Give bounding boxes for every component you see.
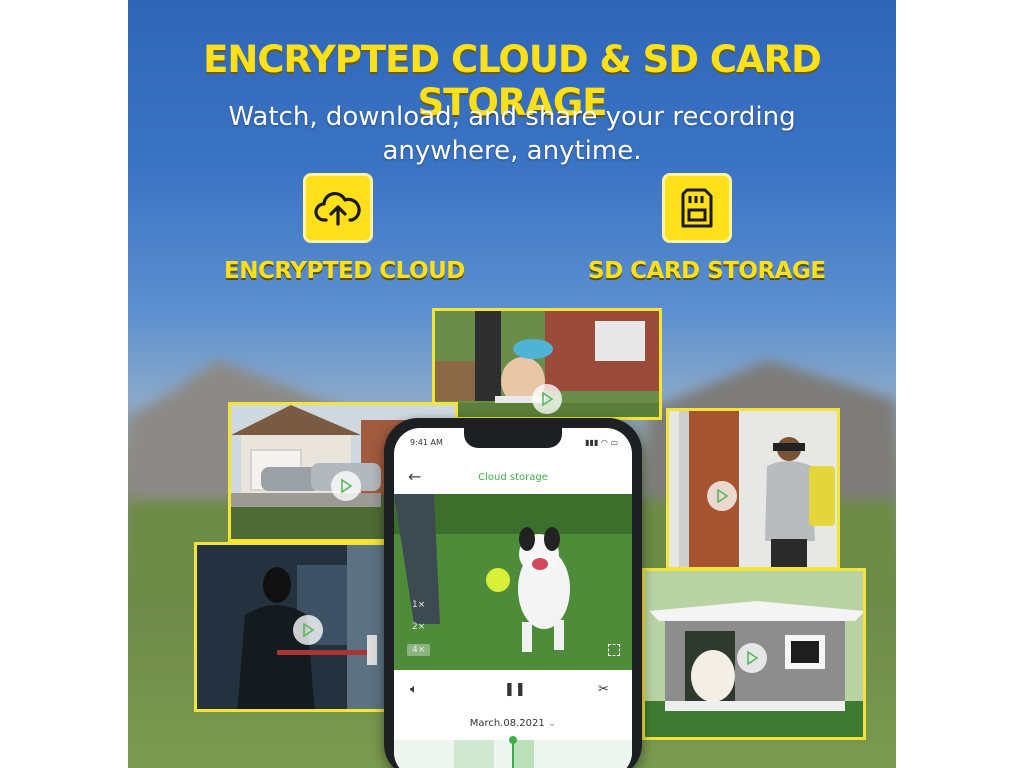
battery-icon: ▭ [610, 438, 618, 447]
play-icon [303, 623, 315, 637]
pause-icon[interactable]: ❚❚ [504, 682, 526, 697]
volume-icon[interactable]: 🔈︎ [410, 682, 418, 697]
subtitle-line-1: Watch, download, and share your recordin… [228, 102, 796, 132]
delivery-illustration [669, 411, 837, 567]
subtitle-line-2: anywhere, anytime. [382, 136, 642, 166]
signal-icon: ▮▮▮ [585, 438, 599, 447]
poster-subtitle: Watch, download, and share your recordin… [188, 100, 836, 168]
status-icons: ▮▮▮ ◠ ▭ [585, 438, 618, 447]
sd-card-icon [681, 188, 713, 228]
date-label: March.08.2021 [469, 718, 545, 729]
cloud-feature-badge [303, 173, 373, 243]
timeline-segment [514, 740, 534, 768]
play-icon [542, 392, 554, 406]
recording-timeline[interactable] [394, 736, 632, 768]
feature-label-sd: SD CARD STORAGE [588, 258, 826, 284]
dog-video-frame [394, 494, 632, 670]
phone-screen: 9:41 AM ▮▮▮ ◠ ▭ ← Cloud storage 1× 2× 4×… [394, 428, 632, 768]
play-icon [341, 479, 353, 493]
sd-feature-badge [662, 173, 732, 243]
app-title: Cloud storage [478, 472, 548, 483]
speed-option-4x[interactable]: 4× [407, 644, 431, 656]
speed-option-1x[interactable]: 1× [412, 600, 425, 610]
scissors-icon[interactable]: ✂ [598, 682, 609, 697]
timeline-segment [454, 740, 494, 768]
photo-dog-house [642, 568, 866, 740]
phone-mockup: 9:41 AM ▮▮▮ ◠ ▭ ← Cloud storage 1× 2× 4×… [384, 418, 642, 768]
play-icon [747, 651, 759, 665]
wifi-icon: ◠ [600, 438, 608, 447]
date-selector[interactable]: March.08.2021 ⌄ [394, 718, 632, 729]
play-button[interactable] [707, 481, 737, 511]
play-button[interactable] [293, 615, 323, 645]
app-bar: ← Cloud storage [394, 464, 632, 490]
feature-label-cloud: ENCRYPTED CLOUD [224, 258, 465, 284]
product-poster: ENCRYPTED CLOUD & SD CARD STORAGE Watch,… [128, 0, 896, 768]
cloud-upload-icon [314, 191, 361, 226]
photo-delivery-door [666, 408, 840, 570]
chevron-down-icon: ⌄ [547, 718, 557, 729]
phone-notch [464, 428, 562, 448]
playback-controls: 🔈︎ ❚❚ ✂ [394, 676, 632, 706]
speed-option-2x[interactable]: 2× [412, 622, 425, 632]
status-time: 9:41 AM [410, 438, 443, 447]
fullscreen-icon[interactable] [608, 644, 620, 656]
play-button[interactable] [532, 384, 562, 414]
play-button[interactable] [737, 643, 767, 673]
photo-intruder-night [194, 542, 388, 712]
video-player[interactable]: 1× 2× 4× [394, 494, 632, 670]
timeline-cursor-head [509, 736, 517, 744]
play-icon [717, 489, 729, 503]
play-button[interactable] [331, 471, 361, 501]
timeline-cursor[interactable] [512, 740, 514, 768]
photo-baby-yard [432, 308, 662, 420]
